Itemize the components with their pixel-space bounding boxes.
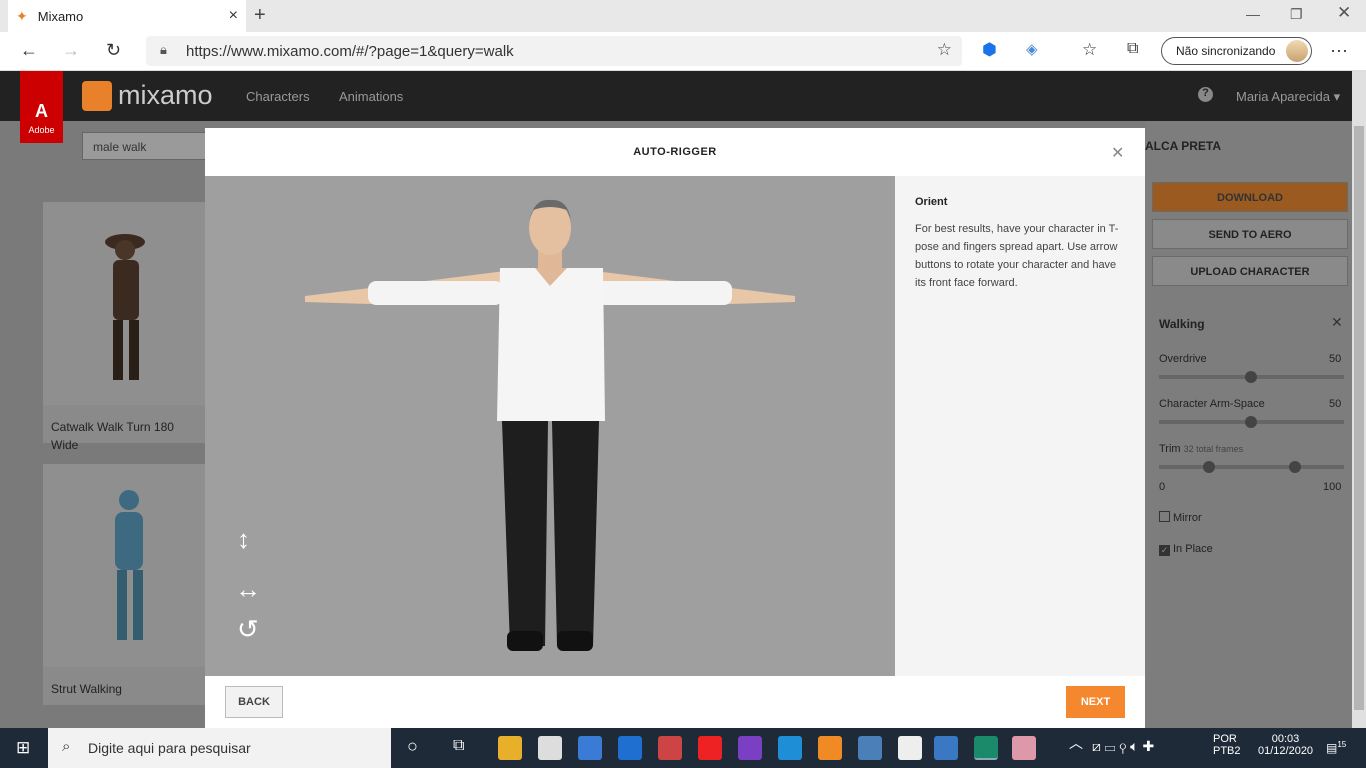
avatar [1286,40,1308,62]
tray-expand-icon[interactable]: ︿ [1069,733,1083,753]
close-icon[interactable]: ✕ [1111,143,1124,163]
file-explorer-icon[interactable] [498,736,522,760]
visual-studio-icon[interactable] [738,736,762,760]
help-icon[interactable]: ? [1198,87,1213,102]
trim-label: Trim 32 total frames [1159,443,1244,455]
next-button[interactable]: NEXT [1066,686,1125,718]
notifications-icon[interactable]: ▤15 [1326,740,1346,755]
back-icon[interactable]: ← [20,40,38,61]
upload-character-button[interactable]: UPLOAD CHARACTER [1152,256,1348,286]
notepad-icon[interactable] [898,736,922,760]
auto-rigger-modal: AUTO-RIGGER ✕ ↕ ↔ ↺ Orient For best resu [205,128,1145,728]
forward-icon[interactable]: → [62,40,80,61]
send-to-aero-button[interactable]: SEND TO AERO [1152,219,1348,249]
armspace-label: Character Arm-Space [1159,398,1265,410]
rotate-icon[interactable]: ↺ [237,614,259,645]
mixamo-logo[interactable]: mixamo [82,80,213,111]
user-menu[interactable]: Maria Aparecida ▾ [1236,89,1340,105]
youtube-icon[interactable] [698,736,722,760]
overdrive-value: 50 [1329,353,1342,365]
vertical-move-icon[interactable]: ↕ [237,524,250,555]
adobe-logo[interactable]: A Adobe [20,71,63,143]
github-desktop-icon[interactable] [618,736,642,760]
browser-tab[interactable]: ✦ Mixamo × [8,0,246,32]
animation-name: Walking [1159,317,1205,331]
character-title: ALCA PRETA [1145,139,1221,153]
trim-end-handle[interactable] [1289,461,1301,473]
tray-icons[interactable]: ⧄ ▭ ⚲ 🔈︎ ✚ [1092,738,1154,755]
more-menu-icon[interactable]: ··· [1330,40,1348,61]
overdrive-label: Overdrive [1159,353,1207,365]
card-label[interactable]: Catwalk Walk Turn 180 Wide [43,405,205,452]
card-thumbnail[interactable] [43,464,205,667]
nav-characters[interactable]: Characters [246,89,310,104]
overdrive-slider-handle[interactable] [1245,371,1257,383]
url-field[interactable]: 🔒︎ https://www.mixamo.com/#/?page=1&quer… [146,36,962,66]
trim-slider[interactable] [1159,465,1344,469]
tab-title: Mixamo [37,8,84,24]
trim-start-handle[interactable] [1203,461,1215,473]
clock[interactable]: 00:03 01/12/2020 [1258,733,1313,757]
favorite-star-icon[interactable]: ☆ [937,40,952,60]
url-text: https://www.mixamo.com/#/?page=1&query=w… [186,42,514,60]
search-input[interactable]: male walk [82,132,207,160]
sync-profile-button[interactable]: Não sincronizando [1161,37,1312,65]
store-icon[interactable] [538,736,562,760]
calculator-icon[interactable] [858,736,882,760]
favorites-icon[interactable]: ☆ [1082,40,1097,60]
search-icon: ⌕ [62,738,71,755]
back-button[interactable]: BACK [225,686,283,718]
step-text: For best results, have your character in… [915,223,1119,289]
in-place-checkbox[interactable]: ✓ In Place [1159,543,1213,556]
xampp-icon[interactable] [818,736,842,760]
mixamo-favicon-icon: ✦ [16,7,28,24]
mirror-checkbox[interactable]: Mirror [1159,511,1202,524]
extension2-icon[interactable]: ◈ [1026,40,1038,58]
nav-animations[interactable]: Animations [339,89,403,104]
trim-max: 100 [1323,481,1342,493]
app2-icon[interactable] [934,736,958,760]
character-figure-icon [115,490,143,640]
mixamo-logo-icon [82,80,112,111]
language-indicator[interactable]: POR PTB2 [1213,733,1241,757]
3d-viewer[interactable]: ↕ ↔ ↺ [205,176,895,676]
extension-icon[interactable]: ⬢ [982,40,997,60]
download-button[interactable]: DOWNLOAD [1152,182,1348,212]
step-title: Orient [915,196,948,208]
refresh-icon[interactable]: ↻ [106,40,121,61]
windows-start-icon[interactable]: ⊞ [16,738,30,758]
app3-icon[interactable] [1012,736,1036,760]
lock-icon: 🔒︎ [160,42,167,57]
vscode-icon[interactable] [778,736,802,760]
remove-animation-icon[interactable]: ✕ [1331,314,1343,331]
character-figure-icon [105,234,145,380]
minimize-icon[interactable]: — [1246,6,1260,22]
card-label[interactable]: Strut Walking [43,667,205,705]
modal-title: AUTO-RIGGER [633,146,717,158]
window-close-icon[interactable]: ✕ [1337,3,1351,23]
collections-icon[interactable]: ⧉ [1127,40,1138,58]
cortana-icon[interactable]: ○ [407,736,418,757]
close-tab-icon[interactable]: × [229,7,238,25]
character-model [305,199,795,651]
new-tab-icon[interactable]: + [254,4,266,27]
mail-icon[interactable] [578,736,602,760]
logo-text: mixamo [118,80,213,110]
sync-label: Não sincronizando [1176,44,1276,58]
armspace-slider-handle[interactable] [1245,416,1257,428]
app-icon[interactable] [658,736,682,760]
card-thumbnail[interactable] [43,202,205,405]
armspace-value: 50 [1329,398,1342,410]
restore-icon[interactable]: ❐ [1290,6,1303,23]
horizontal-move-icon[interactable]: ↔ [235,574,261,605]
edge-icon[interactable] [974,736,998,760]
taskbar-search[interactable]: ⌕ Digite aqui para pesquisar [48,728,391,768]
task-view-icon[interactable]: ⧉ [453,737,464,755]
search-placeholder: Digite aqui para pesquisar [88,740,251,756]
trim-min: 0 [1159,481,1166,493]
instructions-panel: Orient For best results, have your chara… [895,176,1145,676]
scrollbar-thumb[interactable] [1354,126,1364,710]
